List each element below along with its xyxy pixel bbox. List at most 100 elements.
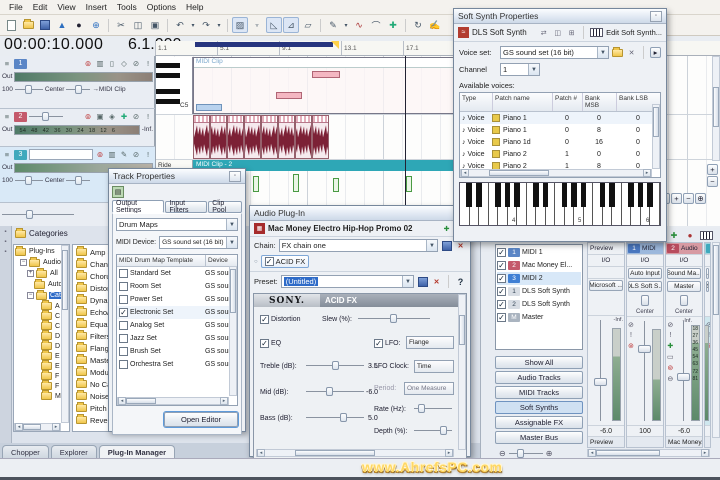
close-icon[interactable]: ▫ bbox=[650, 10, 662, 22]
piano-black-key[interactable] bbox=[542, 183, 549, 208]
audio-clip[interactable] bbox=[312, 115, 329, 159]
device-icon[interactable]: ◈ bbox=[107, 112, 117, 122]
tab-explorer[interactable]: Explorer bbox=[50, 445, 97, 458]
track-number-badge[interactable]: 1 bbox=[14, 58, 27, 69]
menu-view[interactable]: View bbox=[52, 1, 80, 13]
mixer-strip-preview[interactable]: Preview I/O Microsoft ... -Inf. -6.0 Pre… bbox=[587, 242, 625, 448]
drum-map-row[interactable]: Brush SetGS sound set bbox=[117, 345, 237, 358]
piano-black-key[interactable] bbox=[647, 183, 653, 208]
strip-io[interactable]: I/O bbox=[588, 255, 624, 267]
add-fx-icon[interactable]: ✚ bbox=[119, 112, 129, 122]
master-bus-button[interactable]: Master Bus bbox=[495, 431, 583, 444]
strip-header[interactable]: MIDI bbox=[642, 245, 656, 252]
insert-soft-synth-icon[interactable]: ● bbox=[684, 229, 696, 241]
tab-output-settings[interactable]: Output Settings bbox=[112, 200, 165, 214]
menu-tools[interactable]: Tools bbox=[112, 1, 142, 13]
arm-record-icon[interactable]: ⊚ bbox=[83, 112, 93, 122]
erase-tool-icon[interactable]: ▱ bbox=[300, 17, 316, 33]
add-fx-icon[interactable]: ✚ bbox=[667, 342, 673, 350]
voice-set-combo[interactable]: GS sound set (16 bit) ▼ bbox=[500, 46, 609, 59]
midi-device-combo[interactable]: GS sound set (16 bit) ▼ bbox=[159, 236, 238, 249]
save-icon[interactable] bbox=[37, 17, 53, 33]
close-icon[interactable]: ▫ bbox=[229, 170, 241, 182]
col-patch-name[interactable]: Patch name bbox=[492, 93, 552, 111]
mixer-list-item[interactable]: 1DLS Soft Synth bbox=[497, 285, 581, 298]
paint-tool-icon[interactable]: ⊿ bbox=[283, 17, 299, 33]
help-icon[interactable]: ? bbox=[455, 276, 466, 287]
open-editor-button[interactable]: Open Editor bbox=[164, 412, 238, 427]
loop-icon[interactable]: ↻ bbox=[410, 17, 426, 33]
freeze-icon[interactable]: ◫ bbox=[552, 27, 563, 38]
drum-map-checkbox[interactable] bbox=[119, 321, 128, 330]
pencil-tool-icon[interactable]: ✎ bbox=[325, 17, 341, 33]
piano-black-key[interactable] bbox=[533, 183, 539, 208]
tree-hscrollbar[interactable]: ◂ ▸ bbox=[14, 423, 61, 431]
lfo-checkbox[interactable] bbox=[374, 339, 383, 348]
bass-slider[interactable] bbox=[306, 412, 364, 423]
piano-black-key[interactable] bbox=[504, 183, 511, 208]
window-titlebar[interactable]: Soft Synth Properties ▫ bbox=[454, 9, 666, 24]
mixer-list-item[interactable]: MMaster bbox=[497, 311, 581, 324]
draw-tool-icon[interactable]: ▨ bbox=[232, 17, 248, 33]
solo-icon[interactable]: ! bbox=[143, 59, 153, 69]
drum-map-checkbox[interactable] bbox=[119, 334, 128, 343]
fader-thumb[interactable] bbox=[594, 378, 607, 386]
list-hscrollbar[interactable]: ◂ ▸ bbox=[117, 397, 229, 405]
drum-map-row[interactable]: Power SetGS sound set bbox=[117, 293, 237, 306]
strip-input-button[interactable]: Sound Ma... bbox=[667, 268, 701, 279]
chevron-down-icon[interactable]: ▼ bbox=[528, 64, 539, 75]
mute-icon[interactable]: ⊘ bbox=[667, 321, 673, 329]
edit-soft-synth-button[interactable]: Edit Soft Synth... bbox=[606, 28, 662, 37]
drum-map-checkbox[interactable] bbox=[119, 282, 128, 291]
mixer-track-list[interactable]: 1MIDI 1 2Mac Money El... 3MIDI 2 1DLS So… bbox=[495, 244, 583, 350]
tab-plugin-manager[interactable]: Plug-In Manager bbox=[98, 445, 176, 458]
pan-slider[interactable] bbox=[66, 84, 91, 95]
mute-icon[interactable]: ⊘ bbox=[131, 150, 141, 160]
envelope-tool-icon[interactable]: ▿ bbox=[249, 17, 265, 33]
fx-icon[interactable]: ▣ bbox=[95, 112, 105, 122]
redo-arrow-icon[interactable]: ▾ bbox=[215, 17, 223, 33]
delete-preset-icon[interactable]: ✕ bbox=[431, 276, 442, 287]
visible-checkbox[interactable] bbox=[497, 300, 506, 309]
piano-black-key[interactable] bbox=[495, 183, 501, 208]
audio-clip[interactable] bbox=[261, 115, 278, 159]
strip-fader-area[interactable]: -Inf. bbox=[588, 316, 624, 425]
lfo-clock-button[interactable]: Time bbox=[414, 360, 454, 373]
voice-row[interactable]: ♪ Voice Piano 2100 bbox=[460, 148, 660, 160]
loop-marker[interactable] bbox=[331, 41, 339, 49]
track-volume-slider[interactable] bbox=[29, 111, 63, 122]
fx-vscrollbar[interactable] bbox=[458, 294, 466, 450]
drum-note[interactable] bbox=[253, 176, 259, 192]
save-chain-icon[interactable] bbox=[441, 240, 452, 251]
chevron-down-icon[interactable]: ▼ bbox=[597, 47, 608, 58]
drum-note[interactable] bbox=[406, 176, 412, 192]
grid-icon[interactable]: ⊞ bbox=[566, 27, 577, 38]
track-grip-icon[interactable]: ≡ bbox=[2, 150, 12, 160]
window-titlebar[interactable]: Track Properties ▫ bbox=[109, 169, 245, 184]
strip-io[interactable]: I/O bbox=[666, 255, 702, 267]
window-titlebar[interactable]: Audio Plug-In▫ bbox=[250, 206, 470, 221]
chevron-down-icon[interactable]: ▼ bbox=[402, 276, 413, 287]
strip-fader-area[interactable]: ⊘!⊚ bbox=[705, 317, 710, 425]
strip-input-button[interactable]: Auto Input bbox=[628, 268, 662, 279]
save-preset-icon[interactable] bbox=[417, 276, 428, 287]
open-icon[interactable] bbox=[20, 17, 36, 33]
strip-device-button[interactable]: DLS Soft S... bbox=[628, 281, 662, 292]
mixer-vscrollbar[interactable] bbox=[712, 242, 720, 438]
mute-icon[interactable]: ⊘ bbox=[131, 59, 141, 69]
anchor-tool-icon[interactable]: ⌒ bbox=[368, 17, 384, 33]
treble-slider[interactable] bbox=[306, 360, 364, 371]
visible-checkbox[interactable] bbox=[497, 248, 506, 257]
piano-keyboard[interactable]: 4 5 6 bbox=[459, 182, 661, 226]
add-fx-icon[interactable]: ✚ bbox=[441, 223, 452, 234]
tempo-slider[interactable] bbox=[2, 209, 74, 220]
audio-clip[interactable] bbox=[193, 115, 210, 159]
strip-name[interactable]: Mac Money... bbox=[666, 436, 702, 447]
piano-black-key[interactable] bbox=[637, 183, 644, 208]
mixer-list-item[interactable]: 3MIDI 2 bbox=[497, 272, 581, 285]
audio-clip[interactable] bbox=[210, 115, 227, 159]
freeze-icon[interactable]: ▥ bbox=[107, 150, 117, 160]
visible-checkbox[interactable] bbox=[497, 274, 506, 283]
chain-combo[interactable]: FX chain one ▼ bbox=[278, 239, 438, 252]
audio-plugin-window[interactable]: Audio Plug-In▫ ▦ Mac Money Electro Hip-H… bbox=[249, 205, 471, 459]
